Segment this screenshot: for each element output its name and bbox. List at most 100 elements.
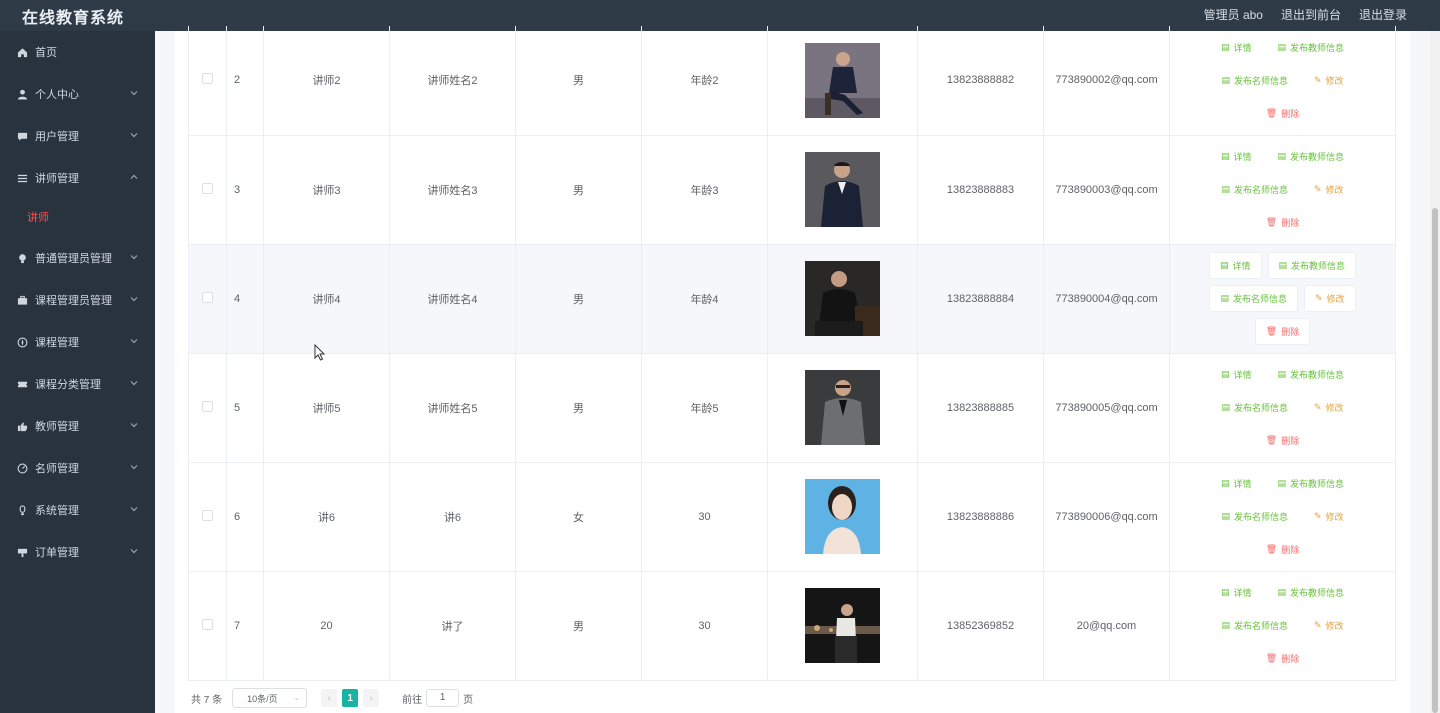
chevron-down-icon: [130, 133, 138, 138]
chevron-up-icon: [130, 174, 138, 179]
delete-button[interactable]: 🗑 删除: [1256, 100, 1309, 127]
trash-icon: 🗑: [1265, 326, 1278, 336]
sidebar-item-famous-teachers[interactable]: 名师管理: [0, 453, 155, 483]
table-row: 6 讲6 讲6 女 30 13823888886 773890006@qq.co…: [188, 462, 1396, 572]
table-row: 7 20 讲了 男 30 13852369852 20@qq.com ▤ 详情 ▤…: [188, 571, 1396, 681]
detail-button[interactable]: ▤ 详情: [1208, 252, 1262, 279]
delete-button[interactable]: 🗑 删除: [1256, 645, 1309, 672]
delete-button[interactable]: 🗑 删除: [1256, 536, 1309, 563]
menu-icon: [16, 172, 28, 184]
sidebar-item-course-categories[interactable]: 课程分类管理: [0, 369, 155, 399]
sidebar-item-lecturers[interactable]: 讲师管理: [0, 163, 155, 193]
sidebar-item-orders[interactable]: 订单管理: [0, 537, 155, 567]
publish-famous-button[interactable]: ▤ 发布名师信息: [1209, 285, 1298, 312]
cell-name: 讲师姓名2: [389, 26, 516, 136]
row-checkbox[interactable]: [202, 400, 213, 412]
cell-id: 6: [226, 462, 264, 572]
sidebar-item-course-admins[interactable]: 课程管理员管理: [0, 285, 155, 315]
publish-teacher-button[interactable]: ▤ 发布教师信息: [1268, 579, 1355, 606]
edit-icon: ✎: [1313, 402, 1322, 412]
publish-teacher-button[interactable]: ▤ 发布教师信息: [1268, 34, 1355, 61]
lecturer-photo[interactable]: [805, 261, 880, 336]
publish-famous-button[interactable]: ▤ 发布名师信息: [1211, 176, 1298, 203]
sidebar-item-users[interactable]: 用户管理: [0, 121, 155, 151]
detail-button[interactable]: ▤ 详情: [1211, 143, 1262, 170]
sidebar-item-label: 订单管理: [35, 547, 79, 559]
cell-gender: 女: [515, 462, 642, 572]
bulb-icon: [16, 252, 28, 264]
trash-icon: 🗑: [1265, 544, 1278, 554]
publish-teacher-button[interactable]: ▤ 发布教师信息: [1268, 143, 1355, 170]
edit-icon: ✎: [1314, 293, 1323, 303]
row-checkbox[interactable]: [202, 73, 213, 85]
edit-button[interactable]: ✎ 修改: [1303, 285, 1356, 312]
trash-icon: 🗑: [1265, 653, 1278, 663]
edit-button[interactable]: ✎ 修改: [1304, 503, 1354, 530]
publish-famous-button[interactable]: ▤ 发布名师信息: [1211, 394, 1298, 421]
mouse-cursor-icon: [314, 344, 326, 361]
edit-icon: ✎: [1313, 74, 1322, 85]
scrollbar-thumb[interactable]: [1432, 208, 1438, 713]
logout-link[interactable]: 退出登录: [1359, 6, 1407, 23]
publish-teacher-button[interactable]: ▤ 发布教师信息: [1268, 361, 1355, 388]
vertical-scrollbar[interactable]: [1430, 31, 1440, 713]
cell-email: 773890005@qq.com: [1043, 353, 1170, 463]
cell-age: 年龄3: [641, 135, 768, 245]
sidebar-item-label: 课程管理: [35, 337, 79, 349]
row-checkbox[interactable]: [202, 509, 213, 521]
lecturer-photo[interactable]: [805, 370, 880, 445]
sidebar-item-teachers[interactable]: 教师管理: [0, 411, 155, 441]
detail-button[interactable]: ▤ 详情: [1211, 470, 1262, 497]
gauge-icon: [16, 462, 28, 474]
chevron-down-icon: [130, 91, 138, 96]
next-page-button[interactable]: ›: [363, 689, 380, 707]
publish-famous-button[interactable]: ▤ 发布名师信息: [1211, 67, 1298, 94]
sidebar-subitem-lecturer[interactable]: 讲师: [0, 202, 155, 232]
document-icon: ▤: [1221, 402, 1230, 412]
delete-button[interactable]: 🗑 删除: [1256, 427, 1309, 454]
sidebar-item-profile[interactable]: 个人中心: [0, 79, 155, 109]
page-number-current[interactable]: 1: [342, 689, 359, 707]
sidebar-item-system[interactable]: 系统管理: [0, 495, 155, 525]
cell-age: 30: [641, 571, 768, 681]
goto-page-input[interactable]: 1: [426, 689, 460, 707]
admin-name: 管理员 abo: [1203, 8, 1263, 22]
publish-famous-button[interactable]: ▤ 发布名师信息: [1211, 503, 1298, 530]
detail-button[interactable]: ▤ 详情: [1211, 361, 1262, 388]
exit-to-front-link[interactable]: 退出到前台: [1281, 6, 1341, 23]
edit-icon: ✎: [1313, 184, 1322, 194]
lecturer-photo[interactable]: [805, 588, 880, 663]
chevron-down-icon: [130, 339, 138, 344]
sidebar-item-courses[interactable]: 课程管理: [0, 327, 155, 357]
detail-button[interactable]: ▤ 详情: [1211, 34, 1262, 61]
cell-account: 讲师5: [263, 353, 390, 463]
chevron-down-icon: [130, 507, 138, 512]
cell-age: 年龄5: [641, 353, 768, 463]
publish-teacher-button[interactable]: ▤ 发布教师信息: [1267, 252, 1357, 279]
delete-button[interactable]: 🗑 删除: [1256, 209, 1309, 236]
document-icon: ▤: [1221, 511, 1230, 521]
delete-button[interactable]: 🗑 删除: [1254, 318, 1311, 345]
document-icon: ▤: [1220, 293, 1229, 303]
page-suffix: 页: [463, 694, 474, 706]
publish-famous-button[interactable]: ▤ 发布名师信息: [1211, 612, 1298, 639]
edit-button[interactable]: ✎ 修改: [1304, 612, 1354, 639]
edit-button[interactable]: ✎ 修改: [1304, 394, 1354, 421]
sidebar-item-admins[interactable]: 普通管理员管理: [0, 243, 155, 273]
document-icon: ▤: [1220, 151, 1230, 161]
edit-button[interactable]: ✎ 修改: [1304, 176, 1354, 203]
prev-page-button[interactable]: ‹: [321, 689, 338, 707]
row-checkbox[interactable]: [202, 618, 213, 630]
lecturer-photo[interactable]: [805, 479, 880, 554]
sidebar-item-home[interactable]: 首页: [0, 37, 155, 67]
publish-teacher-button[interactable]: ▤ 发布教师信息: [1268, 470, 1355, 497]
row-checkbox[interactable]: [202, 291, 213, 303]
page-size-select[interactable]: 10条/页 ⌄: [232, 688, 308, 708]
cell-id: 4: [226, 244, 264, 354]
row-checkbox[interactable]: [202, 182, 213, 194]
briefcase-icon: [16, 294, 28, 306]
edit-button[interactable]: ✎ 修改: [1304, 67, 1354, 94]
lecturer-photo[interactable]: [805, 42, 880, 118]
detail-button[interactable]: ▤ 详情: [1211, 579, 1262, 606]
lecturer-photo[interactable]: [805, 152, 880, 227]
